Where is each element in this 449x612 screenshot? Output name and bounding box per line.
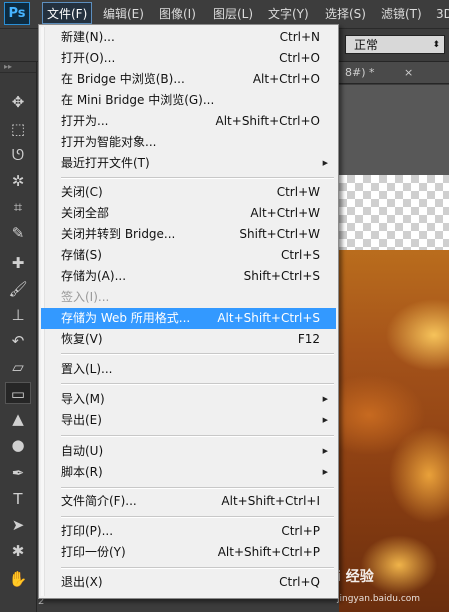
shape-tool-icon[interactable]: ✱ — [5, 540, 31, 562]
submenu-arrow-icon: ▶ — [322, 395, 328, 403]
dodge-tool-icon[interactable]: ● — [5, 434, 31, 456]
panel-collapse-icon[interactable]: ▸▸ — [0, 62, 36, 73]
menu-separator — [61, 435, 334, 437]
hand-tool-icon[interactable]: ✋ — [5, 568, 31, 590]
pen-tool-icon[interactable]: ✒ — [5, 462, 31, 484]
document-tab[interactable]: 8#) * × — [339, 62, 449, 84]
menu-item-check-in: 签入(I)... — [61, 290, 110, 304]
menu-item-automate[interactable]: 自动(U) ▶ — [41, 441, 336, 462]
eyedropper-tool-icon[interactable]: ✎ — [5, 222, 31, 244]
magic-wand-tool-icon[interactable]: ✲ — [5, 170, 31, 192]
menu-item-recent-files[interactable]: 最近打开文件(T) ▶ — [41, 153, 336, 174]
photoshop-window: Ps 文件(F) 编辑(E) 图像(I) 图层(L) 文字(Y) 选择(S) 滤… — [0, 0, 449, 612]
menu-item-open-smart-object[interactable]: 打开为智能对象... — [41, 132, 336, 153]
document-canvas[interactable] — [339, 175, 449, 612]
menu-item-save[interactable]: 存储(S) Ctrl+S — [41, 245, 336, 266]
menu-3d[interactable]: 3D — [432, 3, 449, 25]
menu-item-scripts[interactable]: 脚本(R) ▶ — [41, 462, 336, 483]
tools-panel: ▸▸ ✥ ⬚ ᘎ ✲ ⌗ ✎ ✚ 🖌 ⊥ ↶ ▱ ▭ ▲ ● ✒ T ➤ ✱ ✋ — [0, 62, 37, 612]
menu-filter[interactable]: 滤镜(T) — [377, 3, 426, 25]
clone-stamp-tool-icon[interactable]: ⊥ — [5, 304, 31, 326]
watermark-url: jingyan.baidu.com — [337, 594, 421, 604]
move-tool-icon[interactable]: ✥ — [5, 91, 31, 113]
submenu-arrow-icon: ▶ — [322, 468, 328, 476]
menu-select[interactable]: 选择(S) — [321, 3, 370, 25]
select-arrow-icon: ⬍ — [432, 40, 440, 50]
eraser-tool-icon[interactable]: ▱ — [5, 356, 31, 378]
brush-tool-icon[interactable]: 🖌 — [5, 278, 31, 300]
menu-separator — [61, 516, 334, 518]
menu-item-open-as[interactable]: 打开为... Alt+Shift+Ctrl+O — [41, 111, 336, 132]
menu-item-exit[interactable]: 退出(X) Ctrl+Q — [41, 572, 336, 593]
menu-item-place[interactable]: 置入(L)... — [41, 359, 336, 380]
submenu-arrow-icon: ▶ — [322, 159, 328, 167]
file-menu-dropdown: 新建(N)... Ctrl+N 打开(O)... Ctrl+O 在 Bridge 中… — [38, 24, 339, 599]
lasso-tool-icon[interactable]: ᘎ — [5, 144, 31, 166]
transparency-checkerboard — [339, 175, 449, 250]
menu-item-import[interactable]: 导入(M) ▶ — [41, 389, 336, 410]
menu-file[interactable]: 文件(F) — [42, 2, 93, 24]
submenu-arrow-icon: ▶ — [322, 416, 328, 424]
menu-type[interactable]: 文字(Y) — [264, 3, 313, 25]
crop-tool-icon[interactable]: ⌗ — [5, 196, 31, 218]
menu-item-close-all[interactable]: 关闭全部 Alt+Ctrl+W — [41, 203, 336, 224]
close-icon[interactable]: × — [404, 62, 413, 84]
menu-item-save-for-web[interactable]: 存储为 Web 所用格式... Alt+Shift+Ctrl+S — [41, 308, 336, 329]
path-selection-tool-icon[interactable]: ➤ — [5, 514, 31, 536]
menu-item-browse-bridge[interactable]: 在 Bridge 中浏览(B)... Alt+Ctrl+O — [41, 69, 336, 90]
history-brush-tool-icon[interactable]: ↶ — [5, 330, 31, 352]
menu-separator — [61, 353, 334, 355]
menu-item-file-info[interactable]: 文件简介(F)... Alt+Shift+Ctrl+I — [41, 491, 336, 512]
menu-item-save-as[interactable]: 存储为(A)... Shift+Ctrl+S — [41, 266, 336, 287]
menu-separator — [61, 487, 334, 489]
menu-item-open[interactable]: 打开(O)... Ctrl+O — [41, 48, 336, 69]
document-tab-title: 8#) * — [345, 66, 375, 79]
photoshop-logo: Ps — [4, 2, 30, 25]
blend-mode-value: 正常 — [354, 38, 379, 52]
menu-item-browse-mini-bridge[interactable]: 在 Mini Bridge 中浏览(G)... — [41, 90, 336, 111]
menu-item-revert[interactable]: 恢复(V) F12 — [41, 329, 336, 350]
submenu-arrow-icon: ▶ — [322, 447, 328, 455]
menu-item-new[interactable]: 新建(N)... Ctrl+N — [41, 27, 336, 48]
menu-edit[interactable]: 编辑(E) — [99, 3, 148, 25]
menu-separator — [61, 383, 334, 385]
menu-image[interactable]: 图像(I) — [155, 3, 200, 25]
menu-item-export[interactable]: 导出(E) ▶ — [41, 410, 336, 431]
menu-layer[interactable]: 图层(L) — [209, 3, 257, 25]
marquee-tool-icon[interactable]: ⬚ — [5, 118, 31, 140]
menu-item-print[interactable]: 打印(P)... Ctrl+P — [41, 521, 336, 542]
menu-item-close-go-bridge[interactable]: 关闭并转到 Bridge... Shift+Ctrl+W — [41, 224, 336, 245]
type-tool-icon[interactable]: T — [5, 488, 31, 510]
menu-separator — [61, 567, 334, 569]
blend-mode-select[interactable]: 正常 ⬍ — [345, 35, 445, 54]
gradient-tool-icon[interactable]: ▭ — [5, 382, 31, 404]
blur-tool-icon[interactable]: ▲ — [5, 408, 31, 430]
healing-brush-tool-icon[interactable]: ✚ — [5, 252, 31, 274]
menu-item-print-one-copy[interactable]: 打印一份(Y) Alt+Shift+Ctrl+P — [41, 542, 336, 563]
canvas-pasteboard — [339, 85, 449, 175]
menu-item-close[interactable]: 关闭(C) Ctrl+W — [41, 182, 336, 203]
menu-separator — [61, 177, 334, 179]
